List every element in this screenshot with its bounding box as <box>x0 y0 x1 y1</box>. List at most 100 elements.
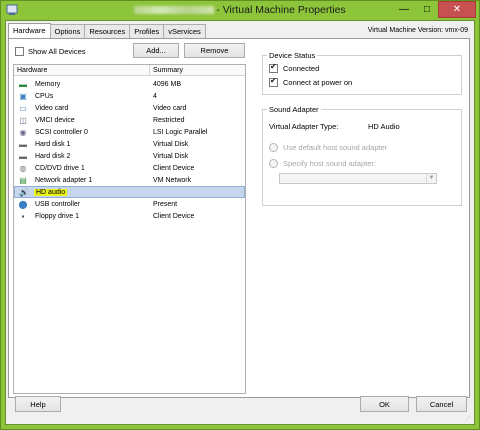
maximize-icon: □ <box>423 4 431 15</box>
hardware-row-summary: Client Device <box>153 164 195 172</box>
hardware-row-name: Network adapter 1 <box>35 176 93 184</box>
device-status-group: Device Status Connected Connect at power… <box>262 51 462 95</box>
dialog-body: Hardware Options Resources Profiles vSer… <box>5 20 475 425</box>
window-frame: - Virtual Machine Properties — □ ✕ Hardw… <box>0 0 480 430</box>
hardware-row-name: SCSI controller 0 <box>35 128 88 136</box>
connected-checkbox-box[interactable] <box>269 62 278 73</box>
ok-button[interactable]: OK <box>360 396 409 412</box>
column-header-hardware[interactable]: Hardware <box>14 65 150 75</box>
floppy-drive-icon: ▪ <box>21 211 25 221</box>
hardware-row-summary: Virtual Disk <box>153 140 189 148</box>
hardware-panel: Show All Devices Add... Remove Hardware … <box>8 38 470 398</box>
specify-label: Specify host sound adapter: <box>283 159 376 168</box>
hard-disk-icon: ▬ <box>19 151 27 161</box>
hardware-row-name: Hard disk 2 <box>35 152 71 160</box>
help-button[interactable]: Help <box>15 396 61 412</box>
hardware-row[interactable]: ▭ Video card Video card <box>14 102 245 114</box>
specify-sound-radio[interactable]: Specify host sound adapter: <box>269 159 376 168</box>
hardware-row-name: VMCI device <box>35 116 75 124</box>
hardware-list-header: Hardware Summary <box>14 65 245 76</box>
hard-disk-icon: ▬ <box>19 139 27 149</box>
hardware-row-summary: LSI Logic Parallel <box>153 128 208 136</box>
tab-profiles[interactable]: Profiles <box>129 24 165 38</box>
column-header-summary[interactable]: Summary <box>150 65 183 75</box>
hardware-row[interactable]: ▬ Hard disk 1 Virtual Disk <box>14 138 245 150</box>
close-icon: ✕ <box>452 4 462 15</box>
hardware-row-name: HD audio <box>34 188 154 196</box>
scsi-controller-icon: ◉ <box>19 127 27 137</box>
use-default-sound-radio[interactable]: Use default host sound adapter <box>269 143 387 152</box>
cancel-button[interactable]: Cancel <box>416 396 467 412</box>
sound-adapter-title: Sound Adapter <box>267 105 321 114</box>
use-default-radio-circle[interactable] <box>269 143 278 152</box>
tab-strip: Hardware Options Resources Profiles vSer… <box>8 23 206 39</box>
cpu-icon: ▣ <box>19 91 27 101</box>
show-all-devices-checkbox[interactable]: Show All Devices <box>15 47 86 56</box>
hardware-row[interactable]: ◉ SCSI controller 0 LSI Logic Parallel <box>14 126 245 138</box>
chevron-down-icon[interactable]: ▼ <box>426 174 436 183</box>
hardware-row[interactable]: ⬤ USB controller Present <box>14 198 245 210</box>
hardware-row[interactable]: ▣ CPUs 4 <box>14 90 245 102</box>
specify-radio-circle[interactable] <box>269 159 278 168</box>
hardware-row-name: Hard disk 1 <box>35 140 71 148</box>
use-default-label: Use default host sound adapter <box>283 143 388 152</box>
hardware-list[interactable]: Hardware Summary ▬ Memory 4096 MB ▣ CPUs 4 ▭ Vi… <box>13 64 246 394</box>
hardware-row-name: USB controller <box>35 200 81 208</box>
redacted-hostname <box>134 6 215 15</box>
tab-vservices[interactable]: vServices <box>163 24 206 38</box>
minimize-icon: — <box>399 4 409 15</box>
adapter-type-label: Virtual Adapter Type: <box>269 122 339 131</box>
adapter-type-value: HD Audio <box>368 122 400 131</box>
close-button[interactable]: ✕ <box>438 1 476 18</box>
hardware-row-name: CPUs <box>35 92 54 100</box>
hardware-row-summary: Client Device <box>153 212 195 220</box>
audio-icon: 🔊 <box>19 187 29 197</box>
hardware-row[interactable]: 🔊 HD audio <box>14 186 245 198</box>
tab-options[interactable]: Options <box>49 24 86 38</box>
network-adapter-icon: ▤ <box>19 175 27 185</box>
hardware-row[interactable]: ▤ Network adapter 1 VM Network <box>14 174 245 186</box>
cd-dvd-drive-icon: ◍ <box>19 163 27 173</box>
tab-hardware[interactable]: Hardware <box>8 23 51 39</box>
hardware-row-summary: 4 <box>153 92 157 100</box>
sound-adapter-group: Sound Adapter Virtual Adapter Type: HD A… <box>262 105 462 206</box>
hardware-row[interactable]: ◫ VMCI device Restricted <box>14 114 245 126</box>
connected-checkbox[interactable]: Connected <box>269 62 320 73</box>
window-title-text: - Virtual Machine Properties <box>216 4 346 16</box>
connect-at-power-on-box[interactable] <box>269 76 278 87</box>
vm-version-label: Virtual Machine Version: vmx-09 <box>367 27 468 34</box>
hardware-row-name: Memory <box>35 80 61 88</box>
host-sound-adapter-select[interactable]: ▼ <box>279 173 437 184</box>
memory-icon: ▬ <box>19 79 27 89</box>
connect-at-power-on-checkbox[interactable]: Connect at power on <box>269 76 353 87</box>
hardware-row-summary: VM Network <box>153 176 192 184</box>
hardware-row-summary: Video card <box>153 104 187 112</box>
hardware-row-summary: Present <box>153 200 178 208</box>
hardware-row[interactable]: ◍ CD/DVD drive 1 Client Device <box>14 162 245 174</box>
tab-resources[interactable]: Resources <box>84 24 131 38</box>
add-button[interactable]: Add... <box>133 43 179 58</box>
minimize-button[interactable]: — <box>392 1 416 18</box>
usb-controller-icon: ⬤ <box>18 199 28 209</box>
video-card-icon: ▭ <box>19 103 27 113</box>
title-bar[interactable]: - Virtual Machine Properties — □ ✕ <box>1 1 479 20</box>
show-all-checkbox-box[interactable] <box>15 47 24 56</box>
hardware-row-summary: 4096 MB <box>153 80 182 88</box>
hardware-row[interactable]: ▬ Memory 4096 MB <box>14 78 245 90</box>
hardware-row[interactable]: ▬ Hard disk 2 Virtual Disk <box>14 150 245 162</box>
hardware-row-name: Video card <box>35 104 69 112</box>
hardware-row-name: CD/DVD drive 1 <box>35 164 85 172</box>
connect-at-power-on-label: Connect at power on <box>283 78 353 87</box>
highlighted-name: HD audio <box>34 188 68 196</box>
vmci-device-icon: ◫ <box>19 115 27 125</box>
connected-label: Connected <box>283 64 320 73</box>
maximize-button[interactable]: □ <box>416 1 438 18</box>
hardware-row[interactable]: ▪ Floppy drive 1 Client Device <box>14 210 245 222</box>
hardware-row-summary: Restricted <box>153 116 185 124</box>
hardware-row-name: Floppy drive 1 <box>35 212 79 220</box>
show-all-label: Show All Devices <box>28 47 86 56</box>
resize-grip-icon[interactable]: ⋰ <box>465 415 473 423</box>
device-status-title: Device Status <box>267 51 318 60</box>
remove-button[interactable]: Remove <box>184 43 245 58</box>
hardware-row-summary: Virtual Disk <box>153 152 189 160</box>
